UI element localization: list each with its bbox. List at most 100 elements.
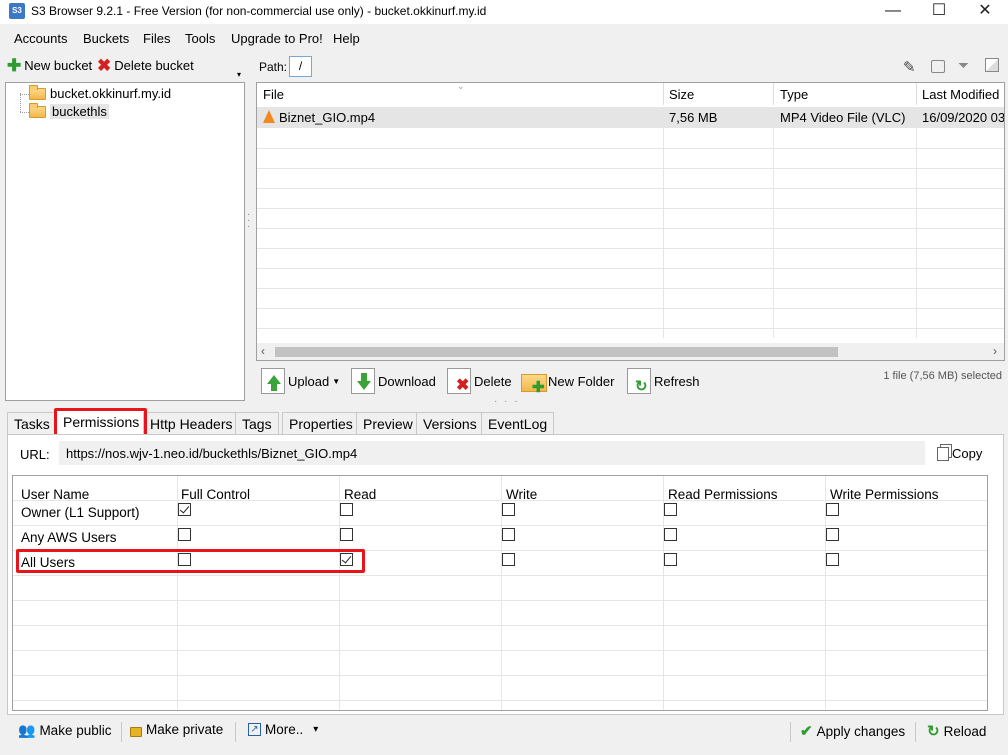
horizontal-scrollbar[interactable]: ‹ › <box>257 343 1004 360</box>
checkbox-aws-read[interactable] <box>340 528 353 541</box>
checkbox-owner-full-control[interactable] <box>178 503 191 516</box>
copy-button[interactable]: Copy <box>937 446 982 461</box>
folder-icon <box>29 84 46 100</box>
menu-files[interactable]: Files <box>143 31 170 46</box>
col-size[interactable]: Size <box>669 87 694 102</box>
new-folder-label: New Folder <box>548 373 615 389</box>
refresh-button[interactable]: ↻ Refresh <box>627 368 700 395</box>
delete-label: Delete <box>474 373 512 389</box>
checkbox-aws-read-permissions[interactable] <box>664 528 677 541</box>
upload-icon <box>261 368 285 394</box>
apply-changes-button[interactable]: ✔ Apply changes <box>800 722 905 740</box>
maximize-button[interactable]: ☐ <box>916 0 962 24</box>
title-bar: S3 S3 Browser 9.2.1 - Free Version (for … <box>0 0 1008 24</box>
tree-item-label: buckethls <box>50 104 109 119</box>
file-list: ⌄ File Size Type Last Modified Biznet_GI… <box>256 82 1005 361</box>
new-bucket-button[interactable]: ✚ New bucket <box>7 55 93 75</box>
permissions-grid <box>12 475 988 711</box>
checkmark-icon: ✔ <box>800 723 813 740</box>
checkbox-owner-write[interactable] <box>502 503 515 516</box>
vlc-icon <box>263 110 275 123</box>
tree-item-label: bucket.okkinurf.my.id <box>50 86 172 101</box>
perm-col-full-control: Full Control <box>181 487 251 502</box>
plus-icon: ✚ <box>7 55 22 75</box>
col-last-modified[interactable]: Last Modified <box>922 87 999 102</box>
perm-col-read-permissions: Read Permissions <box>668 487 778 502</box>
highlight-box-all-users-row <box>16 549 365 573</box>
filter-icon[interactable]: ⏷ <box>958 57 969 74</box>
scroll-thumb[interactable] <box>275 347 838 357</box>
perm-col-write-permissions: Write Permissions <box>830 487 939 502</box>
file-name: Biznet_GIO.mp4 <box>279 110 376 125</box>
new-bucket-label: New bucket <box>24 58 93 73</box>
checkbox-aws-write[interactable] <box>502 528 515 541</box>
tab-preview[interactable]: Preview <box>356 412 420 435</box>
dropdown-arrow-icon[interactable]: ▼ <box>332 377 340 386</box>
checkbox-all-write-permissions[interactable] <box>826 553 839 566</box>
checkbox-owner-read[interactable] <box>340 503 353 516</box>
folder-icon <box>29 102 46 118</box>
scroll-right-icon[interactable]: › <box>993 344 997 358</box>
copy-view-icon[interactable] <box>985 58 999 72</box>
checkbox-all-read-permissions[interactable] <box>664 553 677 566</box>
scroll-left-icon[interactable]: ‹ <box>261 344 265 358</box>
reload-button[interactable]: ↻ Reload <box>927 722 986 740</box>
app-icon: S3 <box>9 3 25 19</box>
more-dropdown-icon[interactable]: ▾ <box>313 724 318 735</box>
upload-button[interactable]: Upload ▼ <box>261 368 340 394</box>
url-field[interactable]: https://nos.wjv-1.neo.id/buckethls/Bizne… <box>59 441 925 465</box>
horizontal-splitter[interactable]: · · · <box>494 396 520 407</box>
more-button[interactable]: ↗ More.. ▾ <box>248 722 318 737</box>
tree-item-buckethls[interactable]: buckethls <box>29 102 109 119</box>
menu-buckets[interactable]: Buckets <box>83 31 129 46</box>
menu-tools[interactable]: Tools <box>185 31 215 46</box>
external-link-icon: ↗ <box>248 723 261 736</box>
tab-tasks[interactable]: Tasks <box>7 412 57 435</box>
checkbox-all-write[interactable] <box>502 553 515 566</box>
perm-col-user-name: User Name <box>21 487 90 502</box>
file-type: MP4 Video File (VLC) <box>780 110 906 125</box>
menu-upgrade[interactable]: Upgrade to Pro! <box>231 31 323 46</box>
tab-eventlog[interactable]: EventLog <box>481 412 555 435</box>
view-icon[interactable] <box>931 60 945 73</box>
new-folder-button[interactable]: ✚ New Folder <box>521 368 615 396</box>
perm-col-read: Read <box>344 487 377 502</box>
tab-versions[interactable]: Versions <box>416 412 484 435</box>
checkbox-aws-write-permissions[interactable] <box>826 528 839 541</box>
tab-properties[interactable]: Properties <box>282 412 360 435</box>
checkbox-aws-full-control[interactable] <box>178 528 191 541</box>
url-label: URL: <box>20 447 50 462</box>
lock-icon <box>130 726 142 737</box>
make-private-button[interactable]: Make private <box>130 722 223 737</box>
make-private-label: Make private <box>146 722 224 737</box>
checkbox-owner-write-permissions[interactable] <box>826 503 839 516</box>
perm-user-any-aws: Any AWS Users <box>21 530 117 545</box>
download-button[interactable]: Download <box>351 368 436 394</box>
minimize-button[interactable]: — <box>870 0 916 24</box>
col-type[interactable]: Type <box>780 87 808 102</box>
copy-icon <box>937 446 949 461</box>
checkbox-owner-read-permissions[interactable] <box>664 503 677 516</box>
menu-help[interactable]: Help <box>333 31 360 46</box>
refresh-label: Refresh <box>654 373 700 389</box>
delete-x-icon: ✖ <box>97 55 112 75</box>
make-public-button[interactable]: 👥 Make public <box>18 722 111 739</box>
path-input[interactable]: / <box>289 56 312 77</box>
edit-pencil-icon[interactable]: ✎ <box>903 58 916 76</box>
vertical-splitter[interactable]: · · · <box>247 210 251 240</box>
perm-user-owner: Owner (L1 Support) <box>21 505 140 520</box>
tree-item-bucket-okkinurf[interactable]: bucket.okkinurf.my.id <box>29 84 172 101</box>
delete-file-icon: ✖ <box>447 368 471 394</box>
toolbar-overflow-icon[interactable]: ▾ <box>234 70 244 80</box>
delete-bucket-button[interactable]: ✖ Delete bucket <box>97 55 194 75</box>
perm-col-write: Write <box>506 487 538 502</box>
delete-button[interactable]: ✖ Delete <box>447 368 512 394</box>
col-file[interactable]: File <box>263 87 284 102</box>
more-label: More.. <box>265 722 304 737</box>
refresh-icon: ↻ <box>627 368 651 395</box>
tab-tags[interactable]: Tags <box>235 412 279 435</box>
tab-http-headers[interactable]: Http Headers <box>143 412 240 435</box>
menu-accounts[interactable]: Accounts <box>14 31 67 46</box>
close-button[interactable]: ✕ <box>962 0 1008 24</box>
table-row[interactable]: Biznet_GIO.mp4 7,56 MB MP4 Video File (V… <box>257 107 1004 128</box>
